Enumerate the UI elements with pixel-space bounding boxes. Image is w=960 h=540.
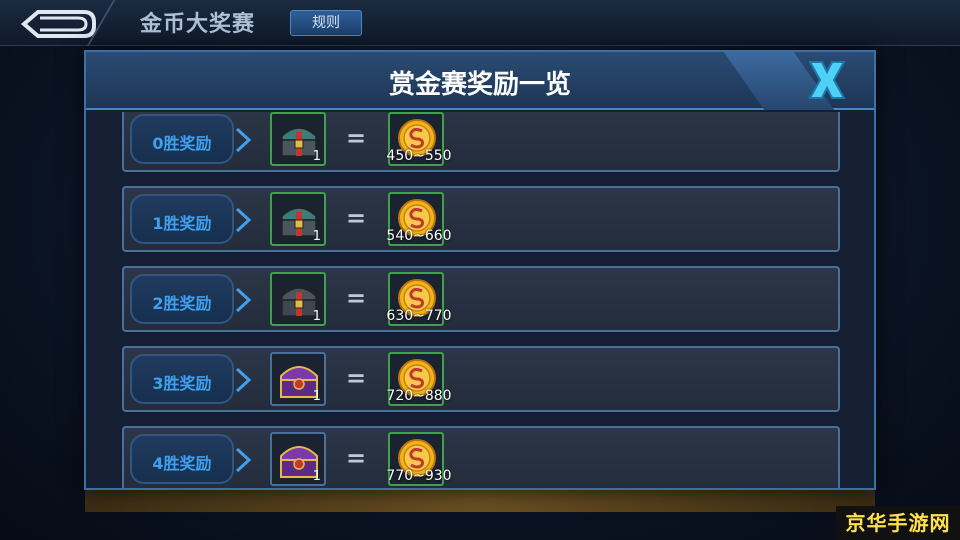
win-count-label: 4胜奖励: [152, 454, 212, 473]
close-x-icon: [808, 61, 846, 99]
equals-sign: =: [346, 444, 367, 472]
chevron-right-icon: [235, 287, 252, 313]
chest-count: 1: [312, 309, 321, 324]
close-button[interactable]: [802, 56, 852, 104]
rewards-dialog: 赏金赛奖励一览 0胜奖励 1 = 450~550 1胜奖励 1 = 540~66…: [84, 50, 876, 490]
rules-button[interactable]: 规则: [290, 10, 362, 36]
coin-amount-range: 770~930: [386, 468, 452, 484]
equals-sign: =: [346, 284, 367, 312]
chest-count: 1: [312, 389, 321, 404]
chevron-right-icon: [235, 367, 252, 393]
chevron-right-icon: [235, 207, 252, 233]
equals-sign: =: [346, 124, 367, 152]
reward-row: 0胜奖励 1 = 450~550: [122, 112, 840, 172]
win-count-badge: 3胜奖励: [130, 354, 234, 404]
win-count-label: 3胜奖励: [152, 374, 212, 393]
reward-list[interactable]: 0胜奖励 1 = 450~550 1胜奖励 1 = 540~660 2胜奖励 1…: [86, 112, 874, 488]
reward-row: 1胜奖励 1 = 540~660: [122, 186, 840, 252]
reward-row: 4胜奖励 1 = 770~930: [122, 426, 840, 488]
dialog-title: 赏金赛奖励一览: [388, 70, 571, 100]
top-bar: 金币大奖赛 规则: [0, 0, 960, 46]
page-title: 金币大奖赛: [140, 12, 256, 37]
reward-row: 3胜奖励 1 = 720~880: [122, 346, 840, 412]
reward-chest-slot[interactable]: 1: [270, 352, 326, 406]
back-button[interactable]: [14, 6, 98, 42]
chevron-right-icon: [235, 127, 252, 153]
equals-sign: =: [346, 204, 367, 232]
equals-sign: =: [346, 364, 367, 392]
win-count-badge: 0胜奖励: [130, 114, 234, 164]
reward-chest-slot[interactable]: 1: [270, 432, 326, 486]
site-watermark: 京华手游网: [836, 506, 960, 540]
win-count-label: 2胜奖励: [152, 294, 212, 313]
chest-count: 1: [312, 149, 321, 164]
win-count-badge: 2胜奖励: [130, 274, 234, 324]
reward-chest-slot[interactable]: 1: [270, 112, 326, 166]
coin-amount-range: 450~550: [386, 148, 452, 164]
reward-chest-slot[interactable]: 1: [270, 192, 326, 246]
win-count-badge: 4胜奖励: [130, 434, 234, 484]
chest-count: 1: [312, 469, 321, 484]
chevron-right-icon: [235, 447, 252, 473]
dialog-header: 赏金赛奖励一览: [86, 52, 874, 110]
reward-row: 2胜奖励 1 = 630~770: [122, 266, 840, 332]
coin-amount-range: 720~880: [386, 388, 452, 404]
coin-amount-range: 540~660: [386, 228, 452, 244]
win-count-badge: 1胜奖励: [130, 194, 234, 244]
coin-amount-range: 630~770: [386, 308, 452, 324]
win-count-label: 0胜奖励: [152, 134, 212, 153]
back-arrow-icon: [20, 10, 96, 38]
background-decoration: [85, 488, 875, 512]
reward-chest-slot[interactable]: 1: [270, 272, 326, 326]
win-count-label: 1胜奖励: [152, 214, 212, 233]
chest-count: 1: [312, 229, 321, 244]
